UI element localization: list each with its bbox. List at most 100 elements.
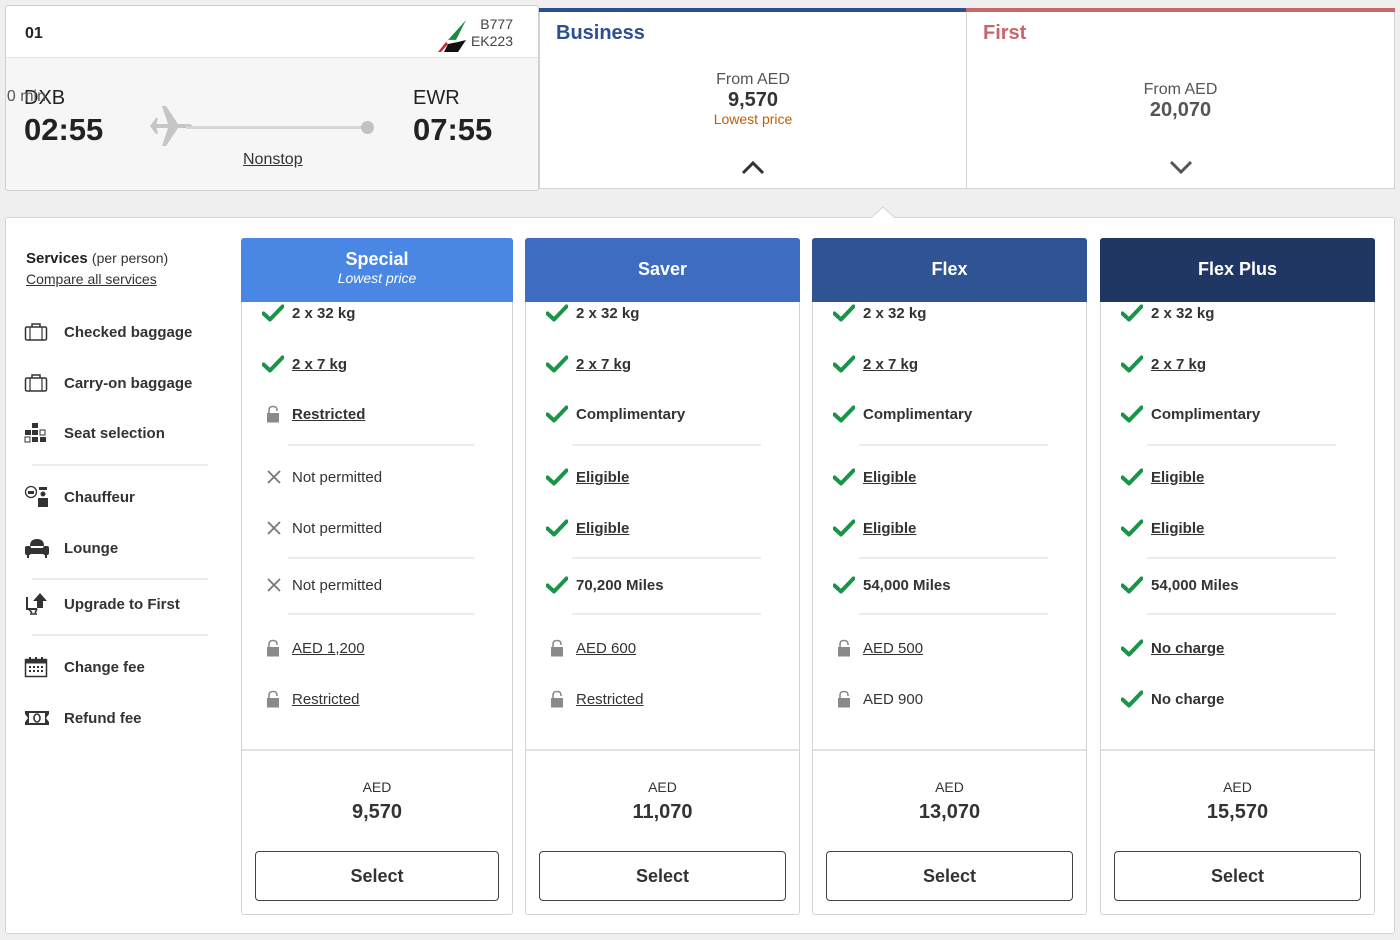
flight-route: DXB 02:55 14 hrs 0 min Nonstop EWR 07:55 — [6, 58, 538, 190]
fare-cell-chauffeur[interactable]: Eligible — [1121, 465, 1204, 489]
fare-cell-seat-selection[interactable]: Restricted — [262, 402, 365, 426]
check-icon — [833, 516, 859, 540]
fare-cell-carry-on-baggage[interactable]: 2 x 7 kg — [1121, 352, 1206, 376]
fare-cell-value[interactable]: 2 x 7 kg — [292, 356, 347, 373]
fare-cell-value[interactable]: 2 x 7 kg — [1151, 356, 1206, 373]
check-icon — [833, 465, 859, 489]
service-row-seat-selection: Seat selection — [24, 421, 165, 445]
fare-header: Flex — [812, 238, 1087, 302]
fare-subtitle: Lowest price — [337, 270, 417, 286]
fare-cell-change-fee[interactable]: AED 1,200 — [262, 636, 365, 660]
fare-cell-chauffeur[interactable]: Eligible — [833, 465, 916, 489]
fare-cell-lounge[interactable]: Eligible — [833, 516, 916, 540]
lock-icon — [833, 687, 859, 711]
check-icon — [262, 301, 288, 325]
service-row-upgrade-to-first: Upgrade to First — [24, 592, 180, 616]
fare-cell-change-fee[interactable]: AED 500 — [833, 636, 923, 660]
select-fare-button[interactable]: Select — [539, 851, 786, 901]
fare-cell-value: Complimentary — [863, 405, 973, 423]
fare-cell-checked-baggage: 2 x 32 kg — [1121, 301, 1214, 325]
check-icon — [262, 352, 288, 376]
fare-cell-value[interactable]: AED 600 — [576, 640, 636, 657]
check-icon — [1121, 516, 1147, 540]
lounge-armchair-icon — [24, 536, 52, 560]
service-label: Chauffeur — [64, 488, 135, 506]
nonstop-link[interactable]: Nonstop — [243, 151, 303, 169]
fare-cell-value[interactable]: Restricted — [292, 406, 365, 423]
cabin-color-bar — [966, 8, 1395, 12]
fare-cell-value[interactable]: 2 x 7 kg — [576, 356, 631, 373]
suitcase-icon — [24, 320, 52, 344]
fare-cell-value: 2 x 32 kg — [1151, 304, 1215, 322]
cabin-price-block: From AED 9,570 Lowest price — [540, 71, 966, 127]
section-divider — [32, 634, 208, 636]
service-row-carry-on-baggage: Carry-on baggage — [24, 371, 192, 395]
departure-time: 02:55 — [24, 112, 104, 147]
fare-cell-chauffeur[interactable]: Eligible — [546, 465, 629, 489]
fare-cell-value[interactable]: AED 1,200 — [292, 640, 365, 657]
fare-cell-value[interactable]: Restricted — [576, 691, 644, 708]
lock-icon — [833, 636, 859, 660]
service-label: Lounge — [64, 539, 119, 557]
fare-cell-value[interactable]: Eligible — [576, 520, 629, 537]
fare-currency: AED — [935, 779, 964, 795]
fare-cell-carry-on-baggage[interactable]: 2 x 7 kg — [546, 352, 631, 376]
fare-cell-value[interactable]: Eligible — [1151, 469, 1204, 486]
check-icon — [1121, 573, 1147, 597]
fare-price: 13,070 — [918, 801, 981, 823]
section-divider — [859, 444, 1048, 446]
select-fare-button[interactable]: Select — [255, 851, 499, 901]
fare-cell-value[interactable]: Eligible — [863, 469, 916, 486]
fare-name: Flex Plus — [1197, 259, 1278, 279]
check-icon — [1121, 465, 1147, 489]
check-icon — [1121, 402, 1147, 426]
fare-cell-refund-fee[interactable]: Restricted — [546, 687, 644, 711]
chevron-up-icon[interactable] — [540, 159, 966, 180]
fare-cell-value[interactable]: No charge — [1151, 640, 1224, 657]
check-icon — [833, 301, 859, 325]
section-divider — [288, 444, 474, 446]
fare-cell-carry-on-baggage[interactable]: 2 x 7 kg — [833, 352, 918, 376]
fare-cell-carry-on-baggage[interactable]: 2 x 7 kg — [262, 352, 347, 376]
fare-cell-change-fee[interactable]: No charge — [1121, 636, 1224, 660]
fare-cell-upgrade-to-first: 70,200 Miles — [546, 573, 664, 597]
fare-cell-lounge[interactable]: Eligible — [546, 516, 629, 540]
check-icon — [1121, 352, 1147, 376]
fare-cell-value[interactable]: 2 x 7 kg — [863, 356, 918, 373]
fare-cell-lounge[interactable]: Eligible — [1121, 516, 1204, 540]
fare-cell-refund-fee[interactable]: Restricted — [262, 687, 360, 711]
fare-cell-upgrade-to-first: 54,000 Miles — [833, 573, 951, 597]
fare-column-special: Special Lowest price 2 x 32 kg 2 x 7 kg Rest… — [241, 238, 513, 915]
fare-cell-upgrade-to-first: 54,000 Miles — [1121, 573, 1239, 597]
select-fare-button[interactable]: Select — [826, 851, 1073, 901]
cabin-tab-first[interactable]: First From AED 20,070 — [966, 8, 1395, 189]
fare-cell-value[interactable]: Restricted — [292, 691, 360, 708]
chevron-down-icon[interactable] — [967, 159, 1394, 180]
service-row-lounge: Lounge — [24, 536, 118, 560]
from-label: From AED — [716, 71, 790, 88]
fare-cell-value[interactable]: AED 500 — [863, 640, 923, 657]
cabin-price: 20,070 — [1149, 99, 1212, 121]
compare-all-services-link[interactable]: Compare all services — [26, 271, 157, 287]
section-divider — [572, 613, 761, 615]
section-divider — [1147, 557, 1336, 559]
section-divider — [32, 578, 208, 580]
fare-cell-refund-fee: No charge — [1121, 687, 1224, 711]
fare-cell-value[interactable]: Eligible — [1151, 520, 1204, 537]
select-fare-button[interactable]: Select — [1114, 851, 1361, 901]
service-row-checked-baggage: Checked baggage — [24, 320, 192, 344]
fare-cell-value[interactable]: Eligible — [863, 520, 916, 537]
section-divider — [1147, 444, 1336, 446]
cross-icon — [262, 465, 288, 489]
fare-cell-value: No charge — [1151, 690, 1225, 708]
cabin-tab-business[interactable]: Business From AED 9,570 Lowest price — [539, 8, 967, 189]
from-label: From AED — [1143, 81, 1218, 98]
fare-column-flex: Flex 2 x 32 kg 2 x 7 kg Complimentary Eligib… — [812, 238, 1087, 915]
fare-cell-value: 2 x 32 kg — [576, 304, 640, 322]
fare-cell-value[interactable]: Eligible — [576, 469, 629, 486]
route-line — [186, 126, 371, 129]
segment-number: 01 — [25, 25, 43, 42]
fare-column-saver: Saver 2 x 32 kg 2 x 7 kg Complimentary Eligi… — [525, 238, 800, 915]
fare-cell-change-fee[interactable]: AED 600 — [546, 636, 636, 660]
fare-cell-lounge: Not permitted — [262, 516, 382, 540]
